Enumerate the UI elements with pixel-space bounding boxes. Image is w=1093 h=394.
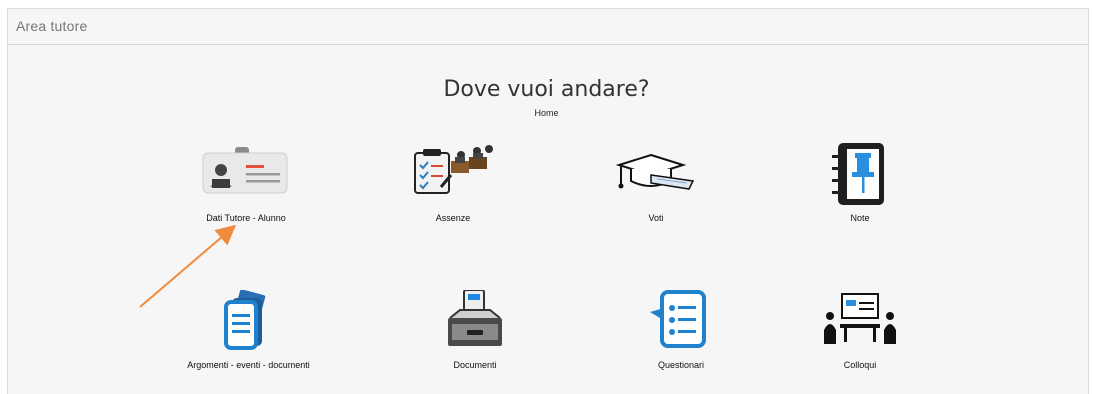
notebook-pin-icon bbox=[832, 143, 884, 205]
panel-header: Area tutore bbox=[8, 9, 1088, 45]
panel-title: Area tutore bbox=[16, 18, 88, 34]
tile-colloqui[interactable]: Colloqui bbox=[780, 290, 940, 380]
tile-argomenti-eventi-documenti[interactable]: Argomenti - eventi - documenti bbox=[166, 290, 331, 380]
tile-label: Documenti bbox=[453, 360, 497, 370]
documents-tag-icon bbox=[223, 290, 265, 350]
graduation-cap-icon bbox=[615, 153, 695, 190]
tile-label: Dati Tutore - Alunno bbox=[206, 213, 286, 223]
attendance-clipboard-icon bbox=[414, 145, 493, 194]
tile-questionari[interactable]: Questionari bbox=[601, 290, 761, 380]
inbox-tray-icon bbox=[448, 290, 502, 346]
questionnaire-icon bbox=[650, 290, 706, 348]
tile-label: Colloqui bbox=[843, 360, 877, 370]
tile-label: Questionari bbox=[657, 360, 705, 370]
id-card-icon bbox=[202, 147, 288, 194]
tile-documenti[interactable]: Documenti bbox=[395, 290, 555, 380]
tile-dati-tutore-alunno[interactable]: Dati Tutore - Alunno bbox=[166, 143, 326, 233]
tile-label: Voti bbox=[648, 213, 664, 223]
meeting-icon bbox=[824, 293, 896, 344]
tile-label: Note bbox=[850, 213, 870, 223]
tile-note[interactable]: Note bbox=[780, 143, 940, 233]
tile-voti[interactable]: Voti bbox=[576, 143, 736, 233]
tile-label: Argomenti - eventi - documenti bbox=[187, 360, 310, 370]
tile-assenze[interactable]: Assenze bbox=[373, 143, 533, 233]
breadcrumb: Home bbox=[534, 108, 559, 118]
tile-label: Assenze bbox=[435, 213, 471, 223]
page-heading: Dove vuoi andare? bbox=[443, 77, 650, 102]
